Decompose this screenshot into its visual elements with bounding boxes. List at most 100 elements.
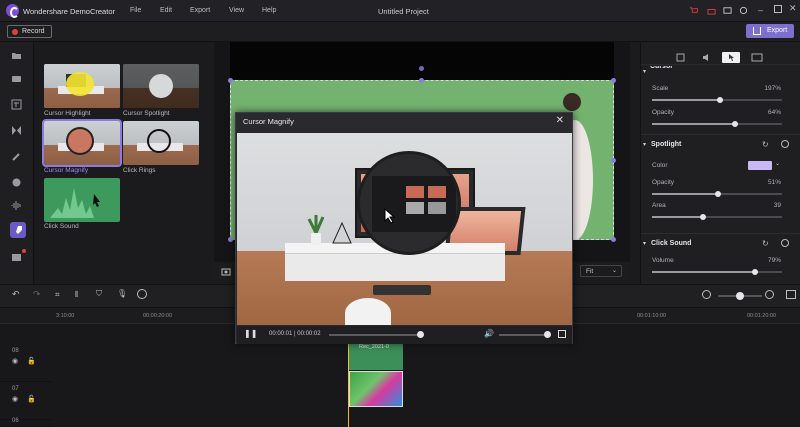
fullscreen-icon[interactable] — [558, 330, 566, 338]
timeline-clip[interactable] — [349, 371, 403, 407]
progress-knob[interactable] — [417, 331, 424, 338]
lock-icon[interactable]: 🔓 — [27, 357, 36, 365]
transition-icon[interactable] — [11, 125, 22, 136]
menu-help[interactable]: Help — [262, 7, 276, 14]
lock-icon[interactable]: 🔓 — [27, 395, 36, 403]
preview-video[interactable] — [237, 133, 572, 325]
zoom-in-icon[interactable] — [765, 290, 774, 299]
crop-icon[interactable]: ⌗ — [55, 290, 65, 300]
split-icon[interactable]: ⫴ — [75, 290, 85, 300]
menu-file[interactable]: File — [130, 7, 141, 14]
resize-handle[interactable] — [611, 158, 616, 163]
volume-label: Volume — [652, 257, 674, 264]
mail-icon[interactable] — [723, 6, 732, 15]
record-dot-icon — [12, 29, 18, 35]
spotlight-opacity-slider[interactable] — [652, 191, 782, 197]
resize-handle[interactable] — [419, 78, 424, 83]
store-icon[interactable] — [11, 251, 22, 262]
toggle-icon[interactable] — [781, 140, 789, 148]
export-button[interactable]: Export — [746, 24, 794, 38]
redo-icon[interactable]: ↷ — [33, 289, 43, 299]
resize-handle[interactable] — [611, 78, 616, 83]
gift-icon[interactable] — [707, 6, 716, 15]
maximize-icon[interactable] — [774, 5, 782, 13]
fit-select[interactable]: Fit ⌄ — [580, 265, 622, 277]
record-button[interactable]: Record — [7, 25, 52, 38]
mic-icon[interactable]: 🎙 — [117, 289, 127, 299]
playback-time: 00:00:01 | 00:00:02 — [269, 331, 321, 337]
fit-timeline-icon[interactable] — [786, 290, 796, 299]
annotation-icon[interactable] — [11, 74, 22, 85]
track-number: 06 — [12, 418, 19, 424]
reset-icon[interactable]: ↻ — [762, 140, 769, 149]
volume-knob[interactable] — [544, 331, 551, 338]
section-spotlight: Spotlight — [651, 141, 682, 148]
app-logo-icon — [6, 4, 19, 18]
plant-image — [307, 215, 325, 245]
rocket-icon — [15, 226, 22, 234]
area-value: 39 — [773, 202, 781, 209]
eye-icon[interactable]: ◉ — [12, 357, 18, 365]
collapse-arrow-icon[interactable]: ▾ — [643, 240, 646, 247]
camera-icon[interactable] — [221, 266, 231, 276]
mark-icon[interactable]: ⛉ — [96, 289, 106, 299]
volume-slider[interactable] — [652, 269, 782, 275]
volume-icon[interactable]: 🔊 — [484, 329, 494, 338]
timeline-clip[interactable]: Rec_2021-0 — [349, 342, 403, 370]
zoom-knob[interactable] — [736, 292, 744, 300]
effect-click-rings[interactable] — [123, 121, 199, 165]
resize-handle[interactable] — [228, 78, 233, 83]
undo-icon[interactable]: ↶ — [12, 289, 22, 299]
tab-screen[interactable] — [748, 52, 766, 63]
copyright-icon[interactable] — [137, 289, 147, 299]
collapse-arrow-icon[interactable]: ▾ — [643, 68, 646, 75]
area-slider[interactable] — [652, 214, 782, 220]
resize-handle[interactable] — [611, 237, 616, 242]
cart-icon[interactable] — [689, 6, 698, 15]
pause-icon[interactable]: ❚❚ — [244, 329, 257, 338]
ruler-label: 00:01:10:00 — [637, 313, 667, 319]
section-cursor: Cursor — [650, 66, 673, 70]
effect-click-sound[interactable] — [44, 178, 120, 222]
spotlight-opacity-label: Opacity — [652, 179, 675, 186]
effects-wand-icon[interactable] — [11, 151, 22, 162]
tab-cursor[interactable] — [722, 52, 740, 63]
opacity-slider[interactable] — [652, 121, 782, 127]
zoom-out-icon[interactable] — [702, 290, 711, 299]
cursor-arrow-icon — [384, 208, 396, 224]
menu-edit[interactable]: Edit — [160, 7, 172, 14]
eye-icon[interactable]: ◉ — [12, 395, 18, 403]
menu-view[interactable]: View — [229, 7, 244, 14]
preview-letterbox — [230, 42, 614, 80]
reset-icon[interactable]: ↻ — [762, 239, 769, 248]
close-window-icon[interactable]: ✕ — [789, 3, 797, 14]
toggle-icon[interactable] — [781, 239, 789, 247]
sticker-icon[interactable] — [11, 177, 22, 188]
chevron-down-icon[interactable]: ⌄ — [775, 160, 780, 167]
resize-handle[interactable] — [228, 237, 233, 242]
close-icon[interactable]: ✕ — [556, 115, 564, 126]
scale-slider[interactable] — [652, 97, 782, 103]
effect-preview-dialog: Cursor Magnify ✕ ❚❚ 00:00:01 | 00:00:02 … — [235, 112, 573, 344]
caption-icon[interactable] — [11, 99, 22, 110]
color-swatch[interactable] — [748, 161, 772, 170]
rotate-handle[interactable] — [419, 66, 424, 71]
folder-icon[interactable] — [11, 50, 22, 61]
volume-value: 79% — [767, 257, 781, 264]
minimize-icon[interactable]: – — [758, 5, 763, 15]
clip-title: Rec_2021-0 — [359, 344, 389, 350]
magnifier-lens — [357, 151, 461, 255]
progress-track[interactable] — [329, 334, 421, 336]
menu-export[interactable]: Export — [190, 7, 210, 14]
color-label: Color — [652, 162, 668, 169]
tab-audio[interactable] — [698, 52, 716, 63]
effect-cursor-spotlight[interactable] — [123, 64, 199, 108]
effect-cursor-highlight[interactable] — [44, 64, 120, 108]
collapse-arrow-icon[interactable]: ▾ — [643, 141, 646, 148]
audio-wave-icon[interactable] — [11, 200, 22, 211]
tab-video[interactable] — [672, 52, 690, 63]
volume-track[interactable] — [499, 334, 549, 336]
effect-cursor-magnify[interactable] — [42, 119, 122, 167]
support-icon[interactable] — [739, 6, 748, 15]
scale-label: Scale — [652, 85, 669, 92]
